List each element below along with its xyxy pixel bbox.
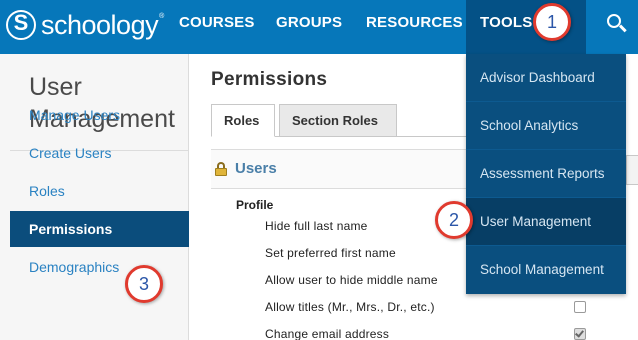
step-marker-2: 2 bbox=[435, 201, 473, 239]
search-handle bbox=[619, 24, 627, 32]
permission-preferred-first-name: Set preferred first name bbox=[265, 246, 396, 260]
page-title: Permissions bbox=[211, 69, 328, 90]
search-icon[interactable] bbox=[600, 8, 630, 38]
sidebar-item-permissions[interactable]: Permissions bbox=[10, 211, 189, 247]
permission-change-email: Change email address bbox=[265, 327, 390, 340]
menu-item-school-management[interactable]: School Management bbox=[466, 246, 626, 294]
menu-item-advisor-dashboard[interactable]: Advisor Dashboard bbox=[466, 54, 626, 102]
nav-resources[interactable]: RESOURCES bbox=[366, 0, 463, 54]
change-email-checkbox[interactable] bbox=[574, 328, 586, 340]
tab-section-roles[interactable]: Section Roles bbox=[279, 104, 397, 137]
schoology-logo[interactable]: S schoology ® bbox=[6, 9, 164, 41]
menu-item-assessment-reports[interactable]: Assessment Reports bbox=[466, 150, 626, 198]
sidebar-item-create-users[interactable]: Create Users bbox=[10, 135, 189, 171]
nav-courses[interactable]: COURSES bbox=[179, 0, 255, 54]
permission-hide-last-name: Hide full last name bbox=[265, 219, 368, 233]
users-section-title: Users bbox=[235, 160, 277, 177]
sidebar-item-manage-users[interactable]: Manage Users bbox=[10, 97, 189, 133]
step-marker-1: 1 bbox=[533, 3, 571, 41]
permission-hide-middle-name: Allow user to hide middle name bbox=[265, 273, 438, 287]
menu-item-user-management[interactable]: User Management bbox=[466, 198, 626, 246]
checkmark-icon bbox=[575, 328, 584, 338]
logo-wordmark: schoology bbox=[41, 9, 159, 40]
sidebar-item-roles[interactable]: Roles bbox=[10, 173, 189, 209]
logo-trademark: ® bbox=[159, 12, 165, 20]
allow-titles-checkbox[interactable] bbox=[574, 301, 586, 313]
nav-groups[interactable]: GROUPS bbox=[276, 0, 342, 54]
menu-item-school-analytics[interactable]: School Analytics bbox=[466, 102, 626, 150]
schoology-logo-icon: S bbox=[6, 10, 36, 40]
tools-dropdown-menu: Advisor Dashboard School Analytics Asses… bbox=[466, 54, 626, 294]
tab-roles[interactable]: Roles bbox=[211, 104, 275, 137]
profile-group-heading: Profile bbox=[236, 198, 274, 212]
lock-body bbox=[215, 168, 227, 176]
permission-allow-titles: Allow titles (Mr., Mrs., Dr., etc.) bbox=[265, 300, 435, 314]
step-marker-3: 3 bbox=[125, 265, 163, 303]
logo-letter: S bbox=[13, 10, 29, 35]
lock-icon bbox=[215, 162, 227, 176]
column-header-edge bbox=[626, 155, 638, 185]
users-section-header[interactable]: Users bbox=[211, 149, 471, 189]
